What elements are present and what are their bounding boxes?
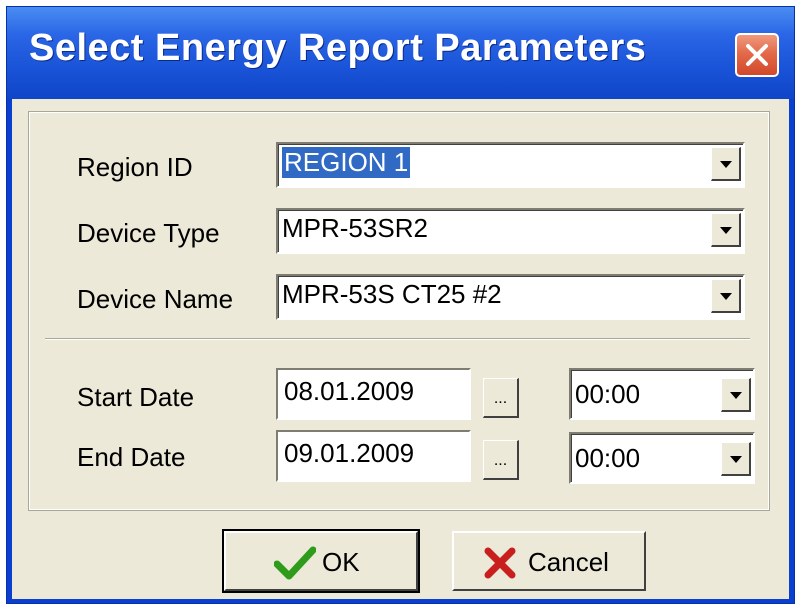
region-id-label: Region ID [77,152,193,182]
device-name-dropdown-button[interactable] [711,279,741,313]
start-time-value: 00:00 [575,379,641,409]
cancel-button-label: Cancel [528,547,609,577]
end-time-dropdown-button[interactable] [721,442,751,476]
device-type-label: Device Type [77,218,220,248]
start-time-combobox[interactable]: 00:00 [569,368,755,420]
dialog-body: Region ID REGION 1 Device Type MPR-53SR2… [12,99,789,599]
start-date-value: 08.01.2009 [284,376,415,406]
checkmark-icon [274,546,316,580]
dialog-window: Select Energy Report Parameters Region I… [6,6,795,604]
chevron-down-icon [720,161,732,168]
chevron-down-icon [720,227,732,234]
device-type-combobox[interactable]: MPR-53SR2 [276,208,745,254]
device-name-combobox[interactable]: MPR-53S CT25 #2 [276,274,745,320]
region-id-dropdown-button[interactable] [711,147,741,181]
ok-button[interactable]: OK [222,529,420,593]
start-time-dropdown-button[interactable] [721,378,751,412]
start-date-label: Start Date [77,382,195,412]
chevron-down-icon [720,293,732,300]
end-date-label: End Date [77,442,186,472]
chevron-down-icon [730,456,742,463]
chevron-down-icon [730,392,742,399]
end-date-value: 09.01.2009 [284,438,415,468]
close-button[interactable] [735,33,779,77]
device-type-value: MPR-53SR2 [282,213,428,243]
end-time-combobox[interactable]: 00:00 [569,432,755,484]
device-name-label: Device Name [77,284,234,314]
title-bar[interactable]: Select Energy Report Parameters [7,7,794,99]
region-id-combobox[interactable]: REGION 1 [276,142,745,188]
device-type-dropdown-button[interactable] [711,213,741,247]
end-date-picker-button[interactable]: ... [483,440,519,480]
end-time-value: 00:00 [575,443,641,473]
start-date-field[interactable]: 08.01.2009 [276,368,471,420]
ok-button-label: OK [322,547,360,577]
end-date-field[interactable]: 09.01.2009 [276,430,471,482]
start-date-picker-button[interactable]: ... [483,378,519,418]
region-id-value: REGION 1 [282,147,411,178]
x-icon [484,547,516,579]
parameters-group: Region ID REGION 1 Device Type MPR-53SR2… [28,111,770,511]
close-icon [746,44,768,66]
window-title: Select Energy Report Parameters [29,27,647,69]
device-name-value: MPR-53S CT25 #2 [282,279,502,309]
cancel-button[interactable]: Cancel [452,531,646,591]
